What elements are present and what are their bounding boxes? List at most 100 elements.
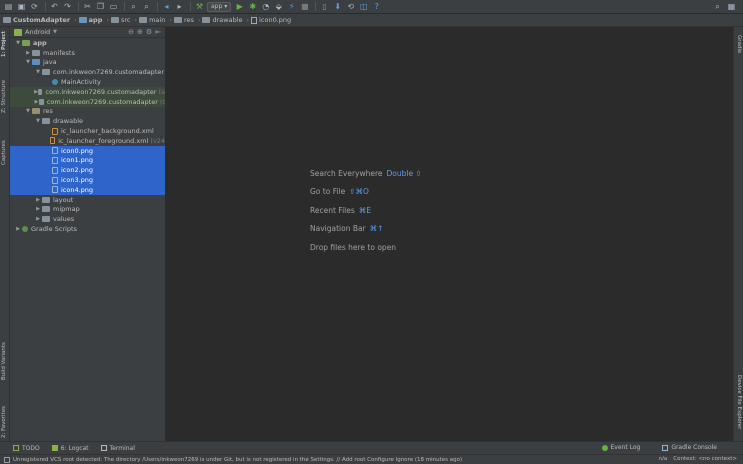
hide-panel-icon[interactable]: ⇤	[155, 28, 161, 36]
tab-gradle[interactable]: Gradle	[736, 35, 742, 63]
avd-icon[interactable]: ▯	[319, 1, 330, 12]
sync-icon[interactable]: ⟳	[29, 1, 40, 12]
tree-item[interactable]: ▶ layout	[10, 195, 165, 205]
sync-gradle-icon[interactable]: ⟲	[345, 1, 356, 12]
chevron-down-icon[interactable]: ▼	[24, 59, 32, 65]
replace-icon[interactable]: ⌕	[141, 1, 152, 12]
find-icon[interactable]: ⌕	[128, 1, 139, 12]
tree-item[interactable]: ▶ manifests	[10, 48, 165, 58]
tree-item[interactable]: icon4.png	[10, 184, 165, 195]
chevron-down-icon[interactable]: ▼	[53, 29, 57, 35]
tree-item[interactable]: icon0.png	[10, 145, 165, 156]
tab-todo[interactable]: TODO	[13, 445, 40, 452]
stop-icon[interactable]: ■	[299, 1, 310, 12]
breadcrumb-module[interactable]: app	[78, 16, 102, 24]
account-icon[interactable]: ▦	[726, 1, 737, 12]
breadcrumb-res[interactable]: res	[173, 16, 194, 24]
tab-build-variants[interactable]: Build Variants	[1, 338, 7, 380]
context-indicator[interactable]: Context: <no context>	[673, 456, 737, 462]
editor-hint-label: Navigation Bar	[310, 224, 366, 234]
tree-item[interactable]: ▼ res	[10, 107, 165, 117]
image-file-icon	[52, 156, 58, 164]
tree-item[interactable]: ▼ app	[10, 38, 165, 48]
chevron-right-icon[interactable]: ▶	[14, 226, 22, 232]
tree-item[interactable]: icon3.png	[10, 175, 165, 185]
undo-icon[interactable]: ↶	[49, 1, 60, 12]
chevron-right-icon[interactable]: ▶	[24, 50, 32, 56]
chevron-down-icon[interactable]: ▼	[34, 69, 42, 75]
tab-event-log[interactable]: Event Log	[601, 444, 640, 451]
chevron-down-icon[interactable]: ▼	[34, 118, 42, 124]
tab-favorites[interactable]: 2: Favorites	[1, 404, 7, 438]
run-config-select[interactable]: app ▾	[207, 1, 232, 12]
breadcrumb-src[interactable]: src	[110, 16, 130, 24]
search-everywhere-icon[interactable]: ⌕	[712, 1, 723, 12]
folder-icon	[42, 206, 50, 213]
tree-item[interactable]: MainActivity	[10, 77, 165, 87]
tab-logcat[interactable]: 6: Logcat	[51, 445, 89, 452]
chevron-right-icon[interactable]: ▶	[34, 197, 42, 203]
tree-item[interactable]: icon1.png	[10, 155, 165, 166]
tab-structure[interactable]: Z: Structure	[1, 77, 7, 113]
chevron-right-icon[interactable]: ▶	[34, 206, 42, 212]
open-icon[interactable]: ▤	[3, 1, 14, 12]
tree-item[interactable]: icon2.png	[10, 165, 165, 176]
bottom-tool-bar: TODO 6: Logcat Terminal Event Log Gradle…	[0, 441, 743, 454]
breadcrumb-file[interactable]: icon0.png	[251, 16, 291, 24]
sdk-icon[interactable]: ⬇	[332, 1, 343, 12]
build-icon[interactable]: ⚒	[194, 1, 205, 12]
copy-icon[interactable]: ❐	[95, 1, 106, 12]
breadcrumb-main[interactable]: main	[139, 16, 165, 24]
image-file-icon	[52, 166, 58, 174]
breadcrumb-separator: ›	[134, 16, 138, 24]
back-icon[interactable]: ◂	[161, 1, 172, 12]
tree-item[interactable]: ▼ com.inkweon7269.customadapter	[10, 67, 165, 77]
gradle-icon	[22, 226, 28, 233]
scroll-from-source-icon[interactable]: ⊕	[137, 28, 143, 36]
paste-icon[interactable]: ▭	[108, 1, 119, 12]
tree-item[interactable]: ▼ java	[10, 58, 165, 68]
apply-changes-icon[interactable]: ⚡	[286, 1, 297, 12]
main-toolbar: ▤ ▣ ⟳ ↶ ↷ ✂ ❐ ▭ ⌕ ⌕ ◂ ▸ ⚒ app ▾ ▶ ✱ ◔ ⬙ …	[0, 0, 743, 14]
status-message[interactable]: Unregistered VCS root detected: The dire…	[13, 457, 462, 463]
tree-item[interactable]: ▶ com.inkweon7269.customadapter (a	[10, 86, 165, 97]
tree-item-suffix: (v24	[150, 136, 165, 145]
module-icon	[78, 17, 87, 23]
tree-item-label: app	[33, 38, 47, 47]
breadcrumb-drawable[interactable]: drawable	[202, 16, 243, 24]
chevron-right-icon[interactable]: ▶	[34, 216, 42, 222]
breadcrumb-project[interactable]: CustomAdapter	[3, 16, 70, 24]
save-icon[interactable]: ▣	[16, 1, 27, 12]
tab-terminal[interactable]: Terminal	[100, 445, 135, 452]
project-panel-tools: ⊖ ⊕ ⚙ ⇤	[128, 28, 161, 36]
tree-item[interactable]: ic_launcher_background.xml	[10, 126, 165, 136]
chevron-down-icon[interactable]: ▼	[24, 108, 32, 114]
tree-item[interactable]: ▶ Gradle Scripts	[10, 224, 165, 234]
debug-icon[interactable]: ✱	[247, 1, 258, 12]
run-icon[interactable]: ▶	[234, 1, 245, 12]
tree-item[interactable]: ▶ com.inkweon7269.customadapter (t	[10, 96, 165, 107]
tree-item-label: ic_launcher_foreground.xml	[58, 136, 149, 145]
tab-captures[interactable]: Captures	[1, 135, 7, 165]
cut-icon[interactable]: ✂	[82, 1, 93, 12]
profile-icon[interactable]: ◔	[260, 1, 271, 12]
editor-area[interactable]: Search Everywhere Double ⇧ Go to File ⇧⌘O Re…	[167, 27, 733, 441]
package-icon	[38, 88, 43, 95]
package-icon	[42, 69, 50, 76]
chevron-down-icon[interactable]: ▼	[14, 40, 22, 46]
tab-device-file-explorer[interactable]: Device File Explorer	[736, 375, 742, 439]
gear-icon[interactable]: ⚙	[146, 28, 152, 36]
tree-item[interactable]: ▶ values	[10, 214, 165, 224]
collapse-all-icon[interactable]: ⊖	[128, 28, 134, 36]
project-view-mode[interactable]: Android	[25, 28, 50, 36]
attach-icon[interactable]: ⬙	[273, 1, 284, 12]
redo-icon[interactable]: ↷	[62, 1, 73, 12]
tab-project[interactable]: 1: Project	[1, 27, 7, 57]
tree-item[interactable]: ▼ drawable	[10, 116, 165, 126]
forward-icon[interactable]: ▸	[174, 1, 185, 12]
tree-item[interactable]: ic_launcher_foreground.xml (v24	[10, 136, 165, 146]
help-icon[interactable]: ?	[371, 1, 382, 12]
layout-inspector-icon[interactable]: ◫	[358, 1, 369, 12]
tab-gradle-console[interactable]: Gradle Console	[662, 444, 717, 451]
tree-item[interactable]: ▶ mipmap	[10, 205, 165, 215]
